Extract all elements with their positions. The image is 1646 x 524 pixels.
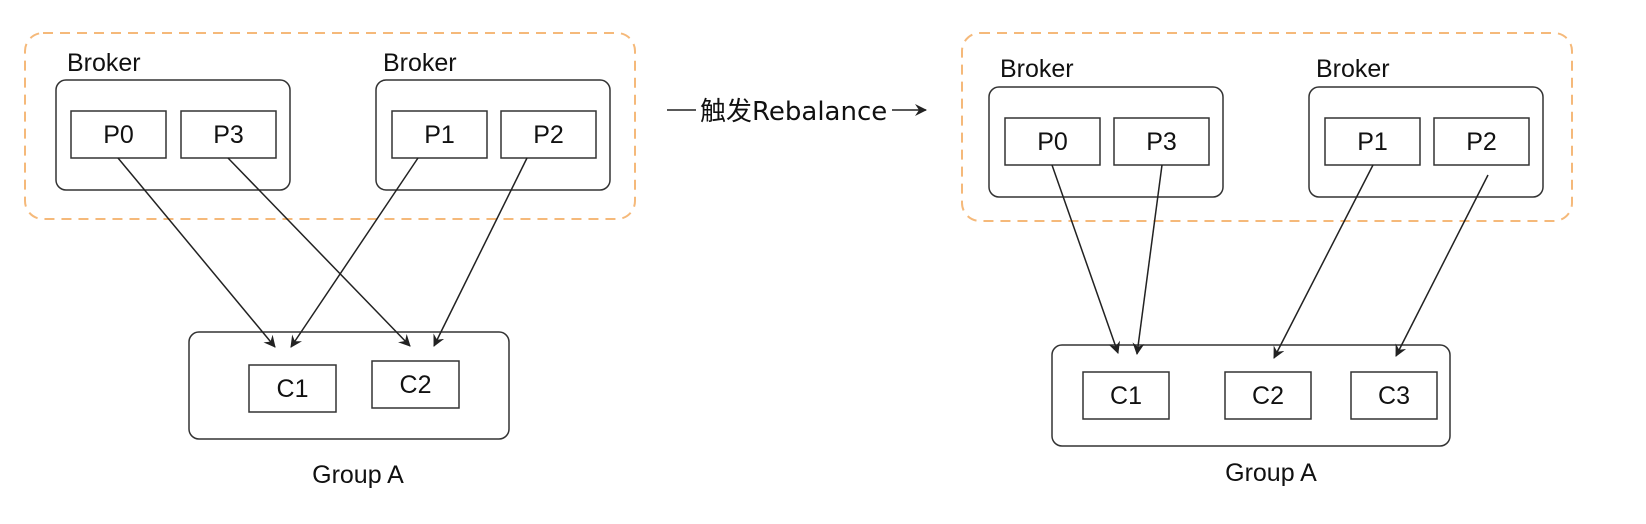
before-group-label: Group A [312,461,404,489]
after-group-label: Group A [1225,459,1317,487]
svg-text:C2: C2 [1252,382,1284,410]
svg-text:C1: C1 [277,375,309,403]
after-consumer-group: C1 C2 C3 Group A [1051,344,1451,487]
before-broker-2-label: Broker [383,49,457,77]
svg-text:P3: P3 [213,121,244,149]
after-partition-p0: P0 [1004,117,1101,166]
after-partition-p1: P1 [1324,117,1421,166]
before-partition-p1: P1 [391,110,488,159]
svg-text:P3: P3 [1146,128,1177,156]
svg-text:P2: P2 [533,121,564,149]
after-consumer-c2: C2 [1224,371,1312,420]
svg-text:P2: P2 [1466,128,1497,156]
before-consumer-c2: C2 [371,360,460,409]
svg-text:C3: C3 [1378,382,1410,410]
before-group-box [188,331,510,440]
after-partition-p2: P2 [1433,117,1530,166]
after-broker-2: Broker P1 P2 [1308,55,1544,198]
svg-text:C1: C1 [1110,382,1142,410]
rebalance-diagram: Broker P0 P3 Broker P1 P2 C1 C2 Group A … [24,32,1573,489]
before-broker-1-label: Broker [67,49,141,77]
before-state: Broker P0 P3 Broker P1 P2 C1 C2 Group A [24,32,636,489]
before-broker-1: Broker P0 P3 [55,49,291,191]
after-partition-p3: P3 [1113,117,1210,166]
after-broker-1: Broker P0 P3 [988,55,1224,198]
svg-text:P1: P1 [424,121,455,149]
before-partition-p3: P3 [180,110,277,159]
rebalance-trigger: 触发Rebalance [667,97,927,127]
before-partition-p2: P2 [500,110,597,159]
svg-text:P1: P1 [1357,128,1388,156]
after-state: Broker P0 P3 Broker P1 P2 C1 C2 C3 Group… [961,32,1573,487]
trigger-label: 触发Rebalance [700,97,887,127]
svg-text:P0: P0 [1037,128,1068,156]
after-consumer-c3: C3 [1350,371,1438,420]
after-broker-2-label: Broker [1316,55,1390,83]
before-consumer-c1: C1 [248,364,337,413]
svg-text:P0: P0 [103,121,134,149]
after-arrow-p2-c3 [1395,174,1489,357]
before-consumer-group: C1 C2 Group A [188,331,510,489]
after-broker-1-label: Broker [1000,55,1074,83]
after-consumer-c1: C1 [1082,371,1170,420]
before-arrow-p1-c1 [290,157,419,348]
before-partition-p0: P0 [70,110,167,159]
svg-text:C2: C2 [400,371,432,399]
